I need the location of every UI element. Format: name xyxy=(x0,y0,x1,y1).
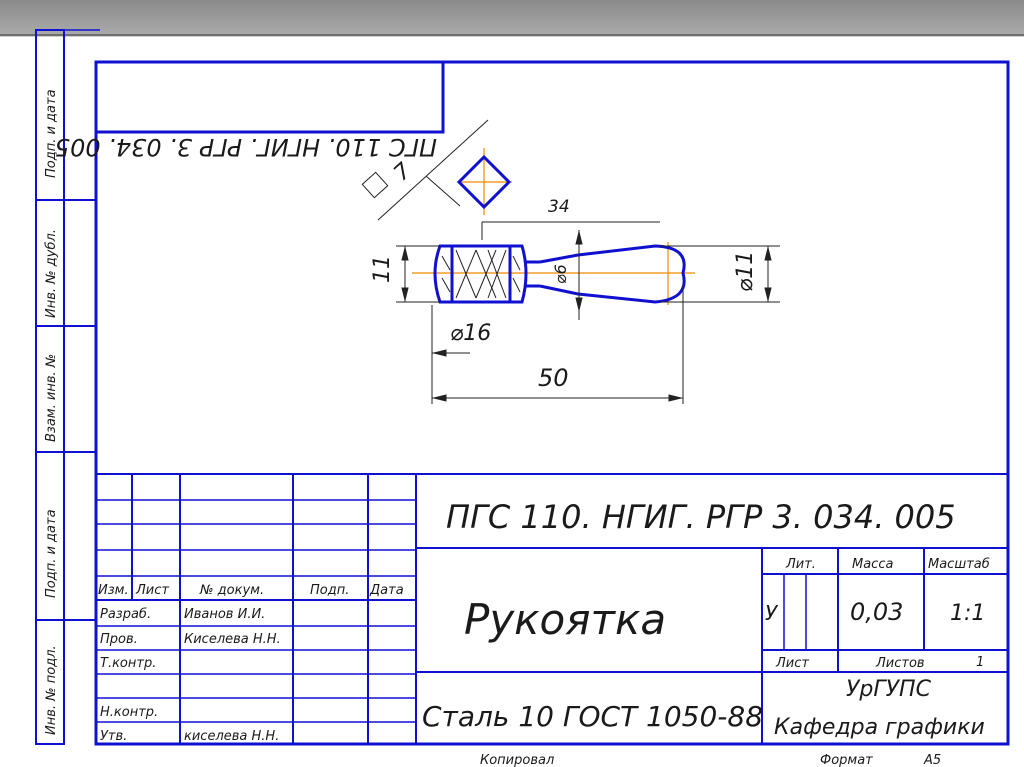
part-name: Рукоятка xyxy=(464,595,666,644)
material: Сталь 10 ГОСТ 1050-88 xyxy=(422,700,763,733)
dim-dia6-label: ⌀6 xyxy=(551,264,570,284)
sheets-label: Листов xyxy=(875,656,925,671)
col-izm: Изм. xyxy=(98,583,129,598)
copied-label: Копировал xyxy=(480,753,554,767)
sheets-value: 1 xyxy=(976,655,984,670)
scale-header: Масштаб xyxy=(928,557,990,572)
name-check: Киселева Н.Н. xyxy=(184,632,281,647)
side-label-dup-inv: Инв. № дубл. xyxy=(44,229,59,318)
dim-34-label: 34 xyxy=(548,197,570,217)
dim-square7-label: 7 xyxy=(389,159,416,187)
side-label-orig-inv: Инв. № подл. xyxy=(44,645,59,735)
format-label: Формат xyxy=(820,753,873,767)
knurled-body xyxy=(433,244,528,304)
dim-dia16 xyxy=(432,349,470,357)
mass-header: Масса xyxy=(852,557,893,572)
side-label-sign-date-bottom: Подп. и дата xyxy=(44,509,59,598)
col-date: Дата xyxy=(369,583,404,598)
format-value: А5 xyxy=(923,753,941,767)
dim-11 xyxy=(396,245,440,303)
role-ncontrol: Н.контр. xyxy=(100,705,158,720)
name-develop: Иванов И.И. xyxy=(184,607,265,622)
dim-dia11-label: ⌀11 xyxy=(733,251,758,292)
dim-dia16-label: ⌀16 xyxy=(450,321,491,346)
role-approve: Утв. xyxy=(100,729,127,744)
drawing-sheet: Подп. и дата Инв. № дубл. Взам. инв. № П… xyxy=(35,29,1010,767)
title-block: Изм. Лист № докум. Подп. Дата Разраб. Ив… xyxy=(96,473,1008,744)
lit-header: Лит. xyxy=(785,557,816,572)
mirrored-code-text: ПГС 110. НГИГ. РГР 3. 034. 005 xyxy=(55,133,437,161)
col-doc: № докум. xyxy=(199,583,264,598)
mass-value: 0,03 xyxy=(850,598,903,626)
lit-value: У xyxy=(765,601,779,625)
scale-value: 1:1 xyxy=(950,601,985,626)
mirrored-code-box: ПГС 110. НГИГ. РГР 3. 034. 005 xyxy=(55,60,445,161)
side-label-replace-inv: Взам. инв. № xyxy=(44,354,59,442)
dim-11-label: 11 xyxy=(370,255,395,283)
dim-50-label: 50 xyxy=(538,364,569,392)
organization-line1: УрГУПС xyxy=(846,677,932,702)
col-sign: Подп. xyxy=(310,583,349,598)
sheet-label: Лист xyxy=(775,656,809,671)
role-develop: Разраб. xyxy=(100,607,151,622)
col-list: Лист xyxy=(135,583,169,598)
part-drawing: 34 50 ⌀16 11 ⌀11 ⌀6 7 xyxy=(361,119,780,404)
role-tcontrol: Т.контр. xyxy=(100,656,156,671)
name-approve: киселева Н.Н. xyxy=(184,729,279,744)
organization-line2: Кафедра графики xyxy=(774,715,985,740)
drawing-code: ПГС 110. НГИГ. РГР 3. 034. 005 xyxy=(446,498,956,536)
role-check: Пров. xyxy=(100,632,138,647)
